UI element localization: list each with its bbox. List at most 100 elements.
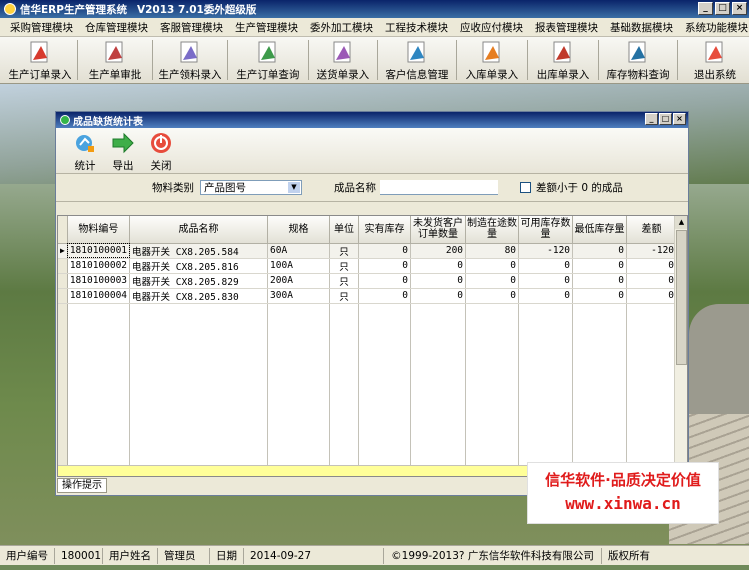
table-cell[interactable]: 0 — [465, 273, 520, 289]
menu-item-9[interactable]: 系统功能模块 — [679, 20, 749, 35]
toolbar-button-9[interactable]: 退出系统 — [681, 37, 749, 83]
product-name-input[interactable] — [380, 180, 498, 195]
toolbar-button-8[interactable]: 库存物料查询 — [602, 37, 674, 83]
menu-item-5[interactable]: 工程技术模块 — [379, 20, 454, 35]
column-header-9[interactable]: 差额 — [626, 216, 678, 244]
table-cell[interactable]: 0 — [358, 243, 412, 259]
child-maximize-button[interactable]: □ — [659, 113, 672, 125]
copyright: ©1999-2013? 广东信华软件科技有限公司 — [384, 547, 602, 564]
table-cell[interactable]: 0 — [626, 273, 678, 289]
column-header-8[interactable]: 最低库存量 — [572, 216, 628, 244]
table-cell[interactable]: 0 — [518, 258, 574, 274]
empty-row — [58, 351, 678, 363]
export-button[interactable]: 导出 — [104, 128, 142, 173]
table-cell[interactable]: 1810100004 — [67, 288, 131, 304]
table-row[interactable]: 1810100002 电器开关 CX8.205.816 100A 只 0 0 0 0 0 0 — [58, 258, 678, 274]
table-cell[interactable]: 100A — [267, 258, 331, 274]
table-cell[interactable]: 电器开关 CX8.205.816 — [129, 258, 269, 274]
table-cell[interactable]: 0 — [410, 273, 467, 289]
child-close-button[interactable]: × — [673, 113, 686, 125]
child-toolbar: 统计 导出 关闭 — [56, 128, 688, 174]
table-cell[interactable]: 0 — [518, 273, 574, 289]
toolbar-button-7[interactable]: 出库单录入 — [531, 37, 595, 83]
vertical-scrollbar[interactable]: ▲ — [674, 216, 687, 476]
table-cell[interactable]: 300A — [267, 288, 331, 304]
table-cell[interactable]: 0 — [518, 288, 574, 304]
table-cell[interactable]: 0 — [572, 273, 628, 289]
table-cell[interactable]: 0 — [358, 288, 412, 304]
minimize-button[interactable]: _ — [698, 2, 713, 15]
menu-item-2[interactable]: 客服管理模块 — [154, 20, 229, 35]
column-header-4[interactable]: 实有库存 — [358, 216, 412, 244]
column-header-6[interactable]: 制造在途数量 — [465, 216, 520, 244]
table-cell[interactable]: -120 — [626, 243, 678, 259]
table-cell[interactable]: 0 — [410, 258, 467, 274]
table-cell[interactable]: 只 — [329, 258, 360, 274]
column-header-0[interactable]: 物料编号 — [67, 216, 131, 244]
table-cell[interactable]: 0 — [572, 258, 628, 274]
table-cell[interactable]: 电器开关 CX8.205.829 — [129, 273, 269, 289]
statistics-button[interactable]: 统计 — [66, 128, 104, 173]
menu-item-6[interactable]: 应收应付模块 — [454, 20, 529, 35]
close-window-button[interactable]: × — [732, 2, 747, 15]
toolbar-button-2[interactable]: 生产领料录入 — [156, 37, 224, 83]
table-cell[interactable]: 只 — [329, 243, 360, 259]
scroll-up-icon[interactable]: ▲ — [675, 216, 687, 229]
table-cell[interactable]: 80 — [465, 243, 520, 259]
category-select[interactable]: 产品图号 ▼ — [200, 180, 302, 195]
toolbar-button-6[interactable]: 入库单录入 — [460, 37, 524, 83]
empty-row — [58, 315, 678, 327]
order-query-icon — [258, 41, 276, 63]
column-header-5[interactable]: 未发货客户订单数量 — [410, 216, 467, 244]
toolbar-button-3[interactable]: 生产订单查询 — [231, 37, 305, 83]
chevron-down-icon[interactable]: ▼ — [288, 182, 300, 193]
table-row[interactable]: ▶ 1810100001 电器开关 CX8.205.584 60A 只 0 200 80 -12… — [58, 243, 678, 259]
app-logo-icon — [4, 3, 16, 15]
table-cell[interactable]: 0 — [626, 288, 678, 304]
menu-item-0[interactable]: 采购管理模块 — [4, 20, 79, 35]
table-cell[interactable]: 电器开关 CX8.205.584 — [129, 243, 269, 259]
menu-item-8[interactable]: 基础数据模块 — [604, 20, 679, 35]
table-cell[interactable]: 0 — [465, 288, 520, 304]
toolbar-button-1[interactable]: 生产单审批 — [81, 37, 149, 83]
scroll-thumb[interactable] — [676, 230, 687, 365]
table-cell[interactable]: 200 — [410, 243, 467, 259]
diff-checkbox[interactable] — [520, 182, 531, 193]
table-cell[interactable]: 电器开关 CX8.205.830 — [129, 288, 269, 304]
table-cell[interactable]: 0 — [358, 273, 412, 289]
table-cell[interactable]: 1810100001 — [67, 243, 131, 259]
column-header-3[interactable]: 单位 — [329, 216, 360, 244]
maximize-button[interactable]: □ — [715, 2, 730, 15]
operation-tip-tab[interactable]: 操作提示 — [57, 478, 107, 493]
child-minimize-button[interactable]: _ — [645, 113, 658, 125]
column-header-1[interactable]: 成品名称 — [129, 216, 269, 244]
table-row[interactable]: 1810100003 电器开关 CX8.205.829 200A 只 0 0 0 0 0 0 — [58, 273, 678, 289]
table-cell[interactable]: 只 — [329, 273, 360, 289]
column-header-2[interactable]: 规格 — [267, 216, 331, 244]
table-cell[interactable]: 60A — [267, 243, 331, 259]
toolbar-button-0[interactable]: 生产订单录入 — [6, 37, 74, 83]
toolbar-button-4[interactable]: 送货单录入 — [312, 37, 374, 83]
table-cell[interactable]: 0 — [358, 258, 412, 274]
rights: 版权所有 — [608, 549, 650, 562]
table-cell[interactable]: -120 — [518, 243, 574, 259]
customer-icon — [407, 41, 425, 63]
table-cell[interactable]: 0 — [465, 258, 520, 274]
table-cell[interactable]: 只 — [329, 288, 360, 304]
table-cell[interactable]: 0 — [626, 258, 678, 274]
toolbar-button-5[interactable]: 客户信息管理 — [381, 37, 453, 83]
menu-item-7[interactable]: 报表管理模块 — [529, 20, 604, 35]
menu-item-1[interactable]: 仓库管理模块 — [79, 20, 154, 35]
table-cell[interactable]: 0 — [572, 288, 628, 304]
table-row[interactable]: 1810100004 电器开关 CX8.205.830 300A 只 0 0 0 0 0 0 — [58, 288, 678, 304]
menu-item-4[interactable]: 委外加工模块 — [304, 20, 379, 35]
table-cell[interactable]: 1810100003 — [67, 273, 131, 289]
menu-item-3[interactable]: 生产管理模块 — [229, 20, 304, 35]
table-cell[interactable]: 200A — [267, 273, 331, 289]
table-cell[interactable]: 0 — [572, 243, 628, 259]
close-button[interactable]: 关闭 — [142, 128, 180, 173]
table-cell[interactable]: 1810100002 — [67, 258, 131, 274]
product-name-label: 成品名称 — [334, 182, 376, 194]
column-header-7[interactable]: 可用库存数量 — [518, 216, 574, 244]
table-cell[interactable]: 0 — [410, 288, 467, 304]
